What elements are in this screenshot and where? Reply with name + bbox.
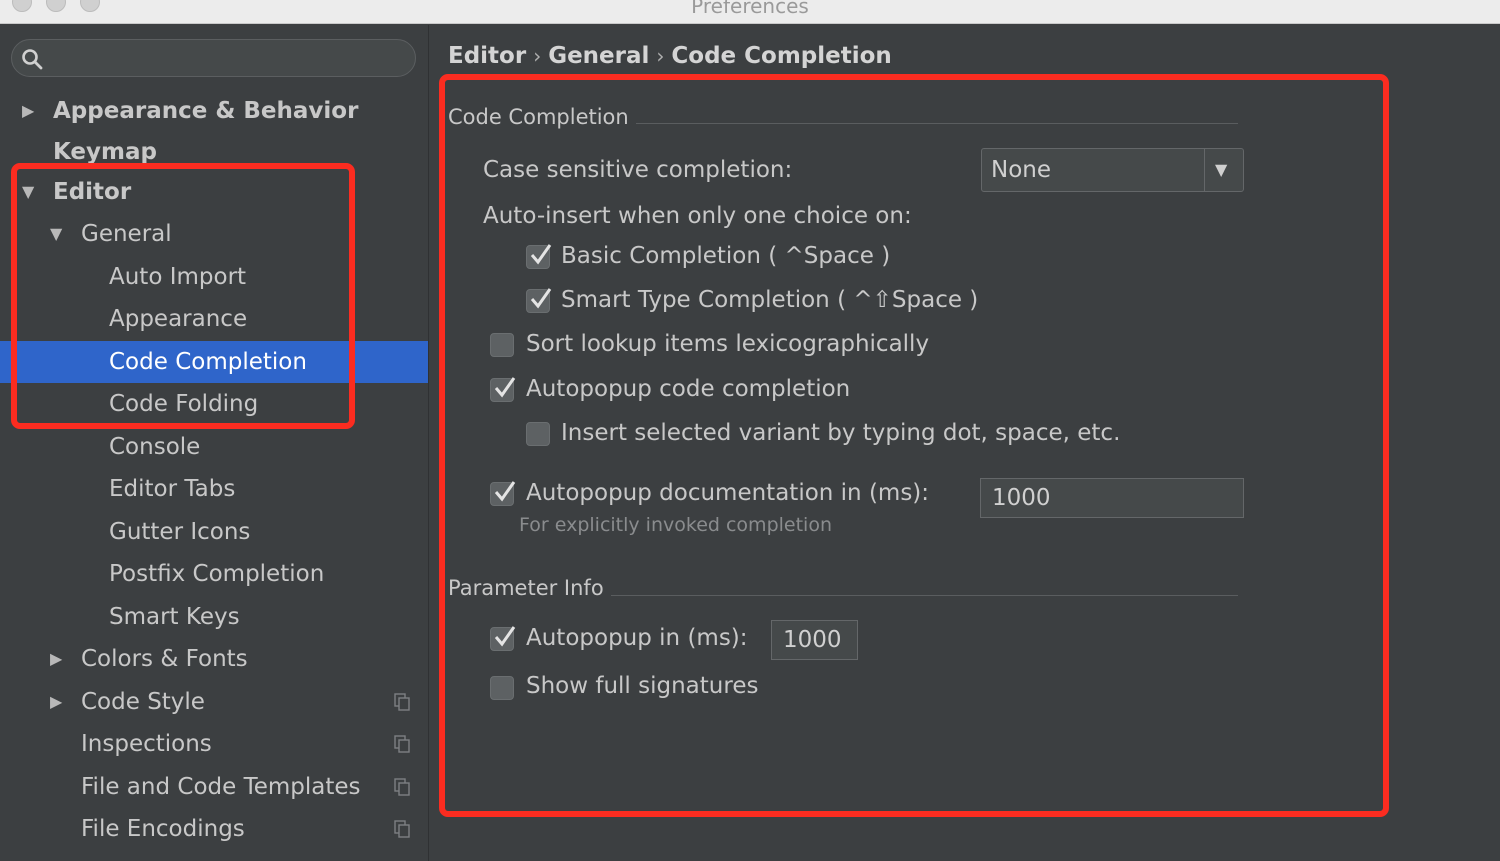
tree-item-appearance-behavior[interactable]: ▶ Appearance & Behavior — [0, 90, 428, 132]
breadcrumb-item: Code Completion — [671, 43, 892, 69]
tree-item-colors-fonts[interactable]: ▶ Colors & Fonts — [0, 638, 428, 680]
tree-item-code-style[interactable]: ▶ Code Style — [0, 681, 428, 723]
tree-item-postfix-completion[interactable]: Postfix Completion — [0, 553, 428, 595]
project-settings-icon — [394, 820, 410, 838]
expand-arrow-icon[interactable]: ▶ — [50, 638, 62, 680]
project-settings-icon — [394, 735, 410, 753]
breadcrumb-item: General — [548, 43, 650, 69]
expand-arrow-icon[interactable]: ▶ — [22, 90, 34, 132]
tree-item-inspections[interactable]: Inspections — [0, 723, 428, 765]
tree-item-editor-tabs[interactable]: Editor Tabs — [0, 468, 428, 510]
highlight-box-content — [439, 74, 1389, 817]
tree-item-gutter-icons[interactable]: Gutter Icons — [0, 511, 428, 553]
highlight-box-sidebar — [11, 163, 355, 429]
search-input[interactable] — [11, 39, 416, 77]
project-settings-icon — [394, 693, 410, 711]
project-settings-icon — [394, 778, 410, 796]
title-bar: Preferences — [0, 0, 1500, 24]
breadcrumb-separator: › — [533, 44, 542, 68]
breadcrumb-separator: › — [656, 44, 665, 68]
breadcrumb: Editor › General › Code Completion — [448, 43, 892, 69]
settings-sidebar: ▶ Appearance & Behavior Keymap ▼ Editor … — [0, 25, 429, 861]
tree-item-console[interactable]: Console — [0, 426, 428, 468]
expand-arrow-icon[interactable]: ▶ — [50, 681, 62, 723]
search-icon — [22, 49, 43, 70]
tree-item-file-encodings[interactable]: File Encodings — [0, 808, 428, 850]
window-title: Preferences — [691, 0, 809, 18]
tree-item-smart-keys[interactable]: Smart Keys — [0, 596, 428, 638]
tree-item-file-code-templates[interactable]: File and Code Templates — [0, 766, 428, 808]
breadcrumb-item: Editor — [448, 43, 527, 69]
